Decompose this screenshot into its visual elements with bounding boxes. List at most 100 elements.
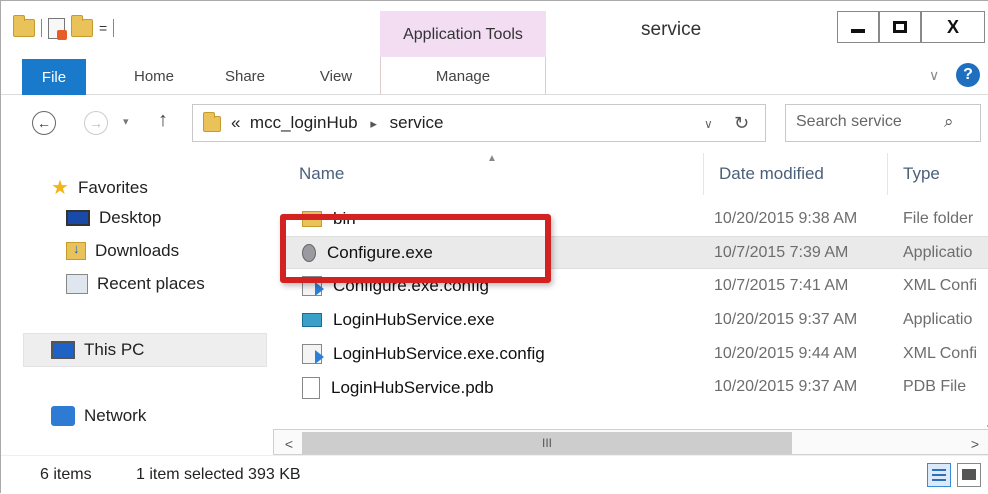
nav-item-downloads[interactable]: Downloads [66,241,179,261]
file-type: Applicatio [903,311,973,328]
nav-item-label: Recent places [97,274,205,293]
file-type: XML Confi [903,345,978,362]
nav-item-label: This PC [84,340,145,359]
column-header-name[interactable]: Name [284,153,704,195]
maximize-icon [893,21,907,33]
tab-view[interactable]: View [304,57,368,95]
back-button[interactable]: ← [32,111,56,135]
minimize-button[interactable] [837,11,879,43]
tab-home[interactable]: Home [119,57,189,95]
address-row: ← → ▾ ↑ « mcc_loginHub ▸ service ∨ ↻ ⌕ [1,95,988,153]
help-icon[interactable]: ? [956,63,980,87]
navigation-pane: ★ Favorites Desktop Downloads Recent pla… [1,153,284,455]
forward-button[interactable]: → [84,111,108,135]
column-header-type[interactable]: Type [888,153,988,195]
file-date: 10/20/2015 9:37 AM [714,311,858,328]
breadcrumb: « mcc_loginHub ▸ service [231,113,444,133]
close-icon: X [946,16,959,37]
breadcrumb-mcc-loginhub[interactable]: mcc_loginHub [250,113,358,132]
large-icons-view-icon[interactable] [957,463,981,487]
refresh-icon[interactable]: ↻ [734,113,749,134]
breadcrumb-separator-icon[interactable]: ▸ [370,116,377,131]
file-date: 10/20/2015 9:44 AM [714,345,858,362]
close-button[interactable]: X [921,11,985,43]
file-date: 10/7/2015 7:39 AM [714,244,849,261]
expand-ribbon-chevron-icon[interactable]: ∨ [929,67,939,84]
column-header-row: ▲ Name Date modified Type [284,153,988,195]
application-tools-context-tab: Application Tools [380,11,546,57]
customize-toolbar-dropdown[interactable]: = [99,20,107,36]
file-row[interactable]: LoginHubService.exe 10/20/2015 9:37 AM A… [284,304,988,337]
file-name: LoginHubService.exe [333,310,495,329]
tab-share[interactable]: Share [215,57,275,95]
file-row[interactable]: LoginHubService.pdb 10/20/2015 9:37 AM P… [284,371,988,404]
file-date: 10/20/2015 9:38 AM [714,210,858,227]
file-name-cell: LoginHubService.exe.config [302,344,545,364]
tab-manage[interactable]: Manage [380,57,546,95]
item-count: 6 items [40,466,92,483]
column-header-date-modified[interactable]: Date modified [704,153,888,195]
file-type: PDB File [903,378,967,395]
breadcrumb-service[interactable]: service [390,113,444,132]
scrollbar-track[interactable]: < III > [273,429,988,455]
title-bar: = Application Tools service X [1,1,988,57]
scroll-right-icon[interactable]: > [964,432,986,456]
maximize-button[interactable] [879,11,921,43]
downloads-icon [66,241,86,260]
recent-places-icon [66,274,88,294]
folder-icon [13,15,35,37]
toolbar-separator [41,19,42,37]
up-button[interactable]: ↑ [158,109,168,132]
ribbon-tabs: File Home Share View Manage ∨ ? [1,57,988,95]
horizontal-scrollbar[interactable]: < III > [271,427,988,455]
file-list: ▲ Name Date modified Type bin 10/20/2015… [284,153,988,425]
new-folder-icon[interactable] [71,15,93,37]
file-name: LoginHubService.exe.config [333,344,545,363]
address-dropdown-icon[interactable]: ∨ [704,117,713,131]
file-type: File folder [903,210,974,227]
breadcrumb-overflow[interactable]: « [231,113,240,132]
search-input[interactable] [796,113,936,131]
status-bar: 6 items 1 item selected 393 KB [1,455,988,494]
file-row[interactable]: LoginHubService.exe.config 10/20/2015 9:… [284,338,988,371]
toolbar-separator [113,19,115,37]
nav-item-network[interactable]: Network [51,406,146,426]
scroll-left-icon[interactable]: < [278,432,300,456]
folder-icon [203,112,221,132]
minimize-icon [851,29,865,33]
nav-item-label: Downloads [95,241,180,260]
highlight-annotation-box [280,214,551,283]
computer-icon [51,341,75,359]
properties-icon[interactable] [48,17,67,40]
nav-item-label: Network [84,406,147,425]
details-view-icon[interactable] [927,463,951,487]
star-icon: ★ [51,177,69,199]
file-name-cell: LoginHubService.exe [302,310,495,330]
file-date: 10/7/2015 7:41 AM [714,277,849,294]
selection-info: 1 item selected 393 KB [136,466,301,483]
tab-file[interactable]: File [22,59,86,95]
nav-item-this-pc[interactable]: This PC [51,340,144,360]
file-type: Applicatio [903,244,973,261]
search-box[interactable]: ⌕ [785,104,981,142]
nav-item-favorites[interactable]: ★ Favorites [51,175,148,200]
window-title: service [641,19,702,40]
file-type: XML Confi [903,277,978,294]
config-file-icon [302,344,324,364]
nav-item-label: Desktop [99,208,162,227]
nav-item-desktop[interactable]: Desktop [66,208,161,228]
search-icon[interactable]: ⌕ [944,112,954,132]
network-icon [51,406,75,426]
recent-locations-dropdown[interactable]: ▾ [123,115,129,128]
application-tools-label: Application Tools [403,26,523,43]
service-exe-icon [302,313,322,327]
file-name-cell: LoginHubService.pdb [302,377,494,399]
nav-item-recent-places[interactable]: Recent places [66,274,205,294]
quick-access-toolbar: = [13,13,115,43]
pdb-file-icon [302,377,320,399]
file-date: 10/20/2015 9:37 AM [714,378,858,395]
explorer-window: = Application Tools service X File Home … [0,0,988,494]
desktop-icon [66,210,90,226]
scrollbar-thumb[interactable]: III [302,432,792,454]
address-bar[interactable]: « mcc_loginHub ▸ service ∨ ↻ [192,104,766,142]
